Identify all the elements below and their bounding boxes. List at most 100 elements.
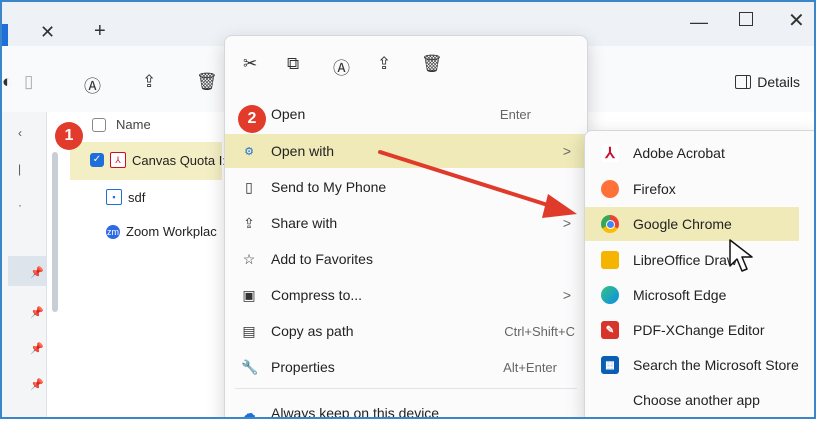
menu-item-label: Send to My Phone — [271, 179, 387, 195]
app-item-microsoft-store[interactable]: ▦ Search the Microsoft Store — [585, 348, 814, 382]
file-row[interactable]: ▪ sdf — [106, 189, 145, 205]
new-tab-button[interactable]: + — [94, 20, 106, 43]
firefox-icon — [601, 180, 619, 198]
menu-item-label: Open with — [271, 143, 335, 159]
path-icon: ▤ — [242, 322, 256, 339]
copy-icon[interactable]: ◐ — [2, 72, 12, 92]
delete-icon[interactable]: 🗑 — [421, 54, 443, 74]
file-row[interactable]: ✓ ⅄ Canvas Quota I: — [90, 152, 226, 168]
phone-icon: ▯ — [245, 178, 253, 195]
rename-icon[interactable]: Ⓐ — [84, 72, 101, 97]
app-item-label: PDF-XChange Editor — [633, 322, 765, 338]
menu-item-shortcut: Alt+Enter — [503, 359, 557, 375]
step-2-badge: 2 — [238, 105, 266, 133]
app-item-label: LibreOffice Draw — [633, 252, 738, 268]
share-icon[interactable]: ⇪ — [142, 72, 156, 92]
cut-icon[interactable]: ✂ — [243, 54, 257, 74]
menu-item-label: Compress to... — [271, 287, 363, 303]
details-label: Details — [757, 74, 800, 90]
chevron-right-icon: > — [562, 287, 571, 303]
active-tab-indicator — [2, 24, 8, 46]
share-icon: ⇪ — [243, 214, 255, 231]
menu-item-shortcut: Ctrl+Shift+C — [504, 323, 575, 339]
menu-item-label: Add to Favorites — [271, 251, 373, 267]
close-window-button[interactable]: ✕ — [788, 8, 805, 33]
app-item-label: Adobe Acrobat — [633, 145, 725, 161]
pdf-icon: ⅄ — [110, 152, 126, 168]
pin-icon: 📌 — [30, 343, 44, 355]
name-column-header[interactable]: Name — [92, 117, 151, 132]
menu-item-always-keep[interactable]: ☁ Always keep on this device — [225, 396, 587, 419]
menu-item-label: Open — [271, 106, 306, 122]
app-item-choose-another[interactable]: Choose another app — [585, 383, 814, 417]
menu-item-shortcut: Enter — [499, 106, 531, 122]
menu-item-open-with[interactable]: ⚙ Open with > — [225, 134, 587, 168]
file-name: Zoom Workplac — [126, 224, 217, 239]
app-item-firefox[interactable]: Firefox — [585, 172, 814, 206]
nav-scrollbar[interactable] — [52, 152, 58, 312]
zoom-icon: zm — [106, 224, 120, 239]
open-with-icon: ⚙ — [244, 145, 254, 158]
context-menu: ✂ ⧉ Ⓐ ⇪ 🗑 Open Enter ⚙ Open with > ▯ Sen… — [224, 35, 588, 419]
rename-icon[interactable]: Ⓐ — [333, 54, 350, 79]
share-icon[interactable]: ⇪ — [377, 54, 391, 74]
libreoffice-draw-icon — [601, 251, 619, 269]
app-item-google-chrome[interactable]: Google Chrome — [585, 207, 799, 241]
app-item-label: Firefox — [633, 181, 676, 197]
file-name: Canvas Quota I: — [132, 152, 226, 168]
menu-item-open[interactable]: Open Enter — [225, 97, 587, 131]
step-1-badge: 1 — [55, 122, 83, 150]
nav-item[interactable]: ‹ — [18, 126, 22, 140]
app-item-label: Search the Microsoft Store — [633, 357, 799, 373]
minimize-button[interactable]: — — [690, 12, 708, 33]
file-row[interactable]: zm Zoom Workplac — [106, 224, 217, 239]
navigation-pane: ‹ | · 📌 📌 📌 📌 — [2, 112, 47, 417]
edge-icon — [601, 286, 619, 304]
cloud-icon: ☁ — [242, 404, 256, 419]
delete-icon[interactable]: 🗑 — [196, 72, 218, 92]
pin-icon: 📌 — [30, 379, 44, 391]
chevron-right-icon: > — [562, 215, 571, 231]
app-item-label: Choose another app — [633, 392, 760, 408]
details-button[interactable]: Details — [735, 74, 800, 90]
file-name: sdf — [128, 189, 146, 205]
app-item-microsoft-edge[interactable]: Microsoft Edge — [585, 278, 814, 312]
tab-close-button[interactable]: ✕ — [40, 22, 55, 43]
pdf-xchange-icon: ✎ — [601, 321, 619, 339]
menu-item-properties[interactable]: 🔧 Properties Alt+Enter — [225, 350, 587, 384]
file-checkbox[interactable]: ✓ — [90, 153, 104, 167]
menu-item-label: Properties — [271, 359, 335, 375]
app-item-label: Microsoft Edge — [633, 287, 727, 303]
mouse-cursor-icon — [729, 239, 753, 272]
app-item-adobe-acrobat[interactable]: ⅄ Adobe Acrobat — [585, 136, 814, 170]
document-icon: ▪ — [106, 189, 122, 205]
copy-icon[interactable]: ⧉ — [287, 54, 299, 74]
store-icon: ▦ — [601, 356, 619, 374]
menu-item-copy-as-path[interactable]: ▤ Copy as path Ctrl+Shift+C — [225, 314, 587, 348]
maximize-button[interactable] — [739, 12, 753, 26]
menu-item-send-to-phone[interactable]: ▯ Send to My Phone — [225, 170, 587, 204]
menu-divider — [235, 388, 577, 389]
app-window: ✕ + — ✕ ◐ ▯ Ⓐ ⇪ 🗑 Details ‹ | · 📌 📌 📌 📌 … — [0, 0, 816, 419]
star-icon: ☆ — [242, 250, 256, 267]
context-menu-actions: ✂ ⧉ Ⓐ ⇪ 🗑 — [225, 36, 587, 92]
name-column-label: Name — [116, 117, 151, 132]
menu-item-compress[interactable]: ▣ Compress to... > — [225, 278, 587, 312]
acrobat-icon: ⅄ — [601, 144, 619, 162]
nav-item[interactable]: | — [18, 162, 21, 176]
select-all-checkbox[interactable] — [92, 117, 106, 132]
paste-icon[interactable]: ▯ — [24, 72, 33, 92]
app-item-pdf-xchange[interactable]: ✎ PDF-XChange Editor — [585, 313, 814, 347]
details-pane-icon — [735, 75, 752, 89]
menu-item-label: Copy as path — [271, 323, 354, 339]
open-with-submenu: ⅄ Adobe Acrobat Firefox Google Chrome Li… — [584, 130, 814, 417]
menu-item-add-to-favorites[interactable]: ☆ Add to Favorites — [225, 242, 587, 276]
app-item-libreoffice-draw[interactable]: LibreOffice Draw — [585, 243, 814, 277]
menu-item-label: Share with — [271, 215, 338, 231]
pin-icon: 📌 — [30, 307, 44, 319]
menu-item-label: Always keep on this device — [271, 405, 440, 419]
pin-icon: 📌 — [30, 267, 44, 279]
wrench-icon: 🔧 — [241, 358, 259, 375]
nav-item[interactable]: · — [18, 198, 22, 212]
menu-item-share-with[interactable]: ⇪ Share with > — [225, 206, 587, 240]
